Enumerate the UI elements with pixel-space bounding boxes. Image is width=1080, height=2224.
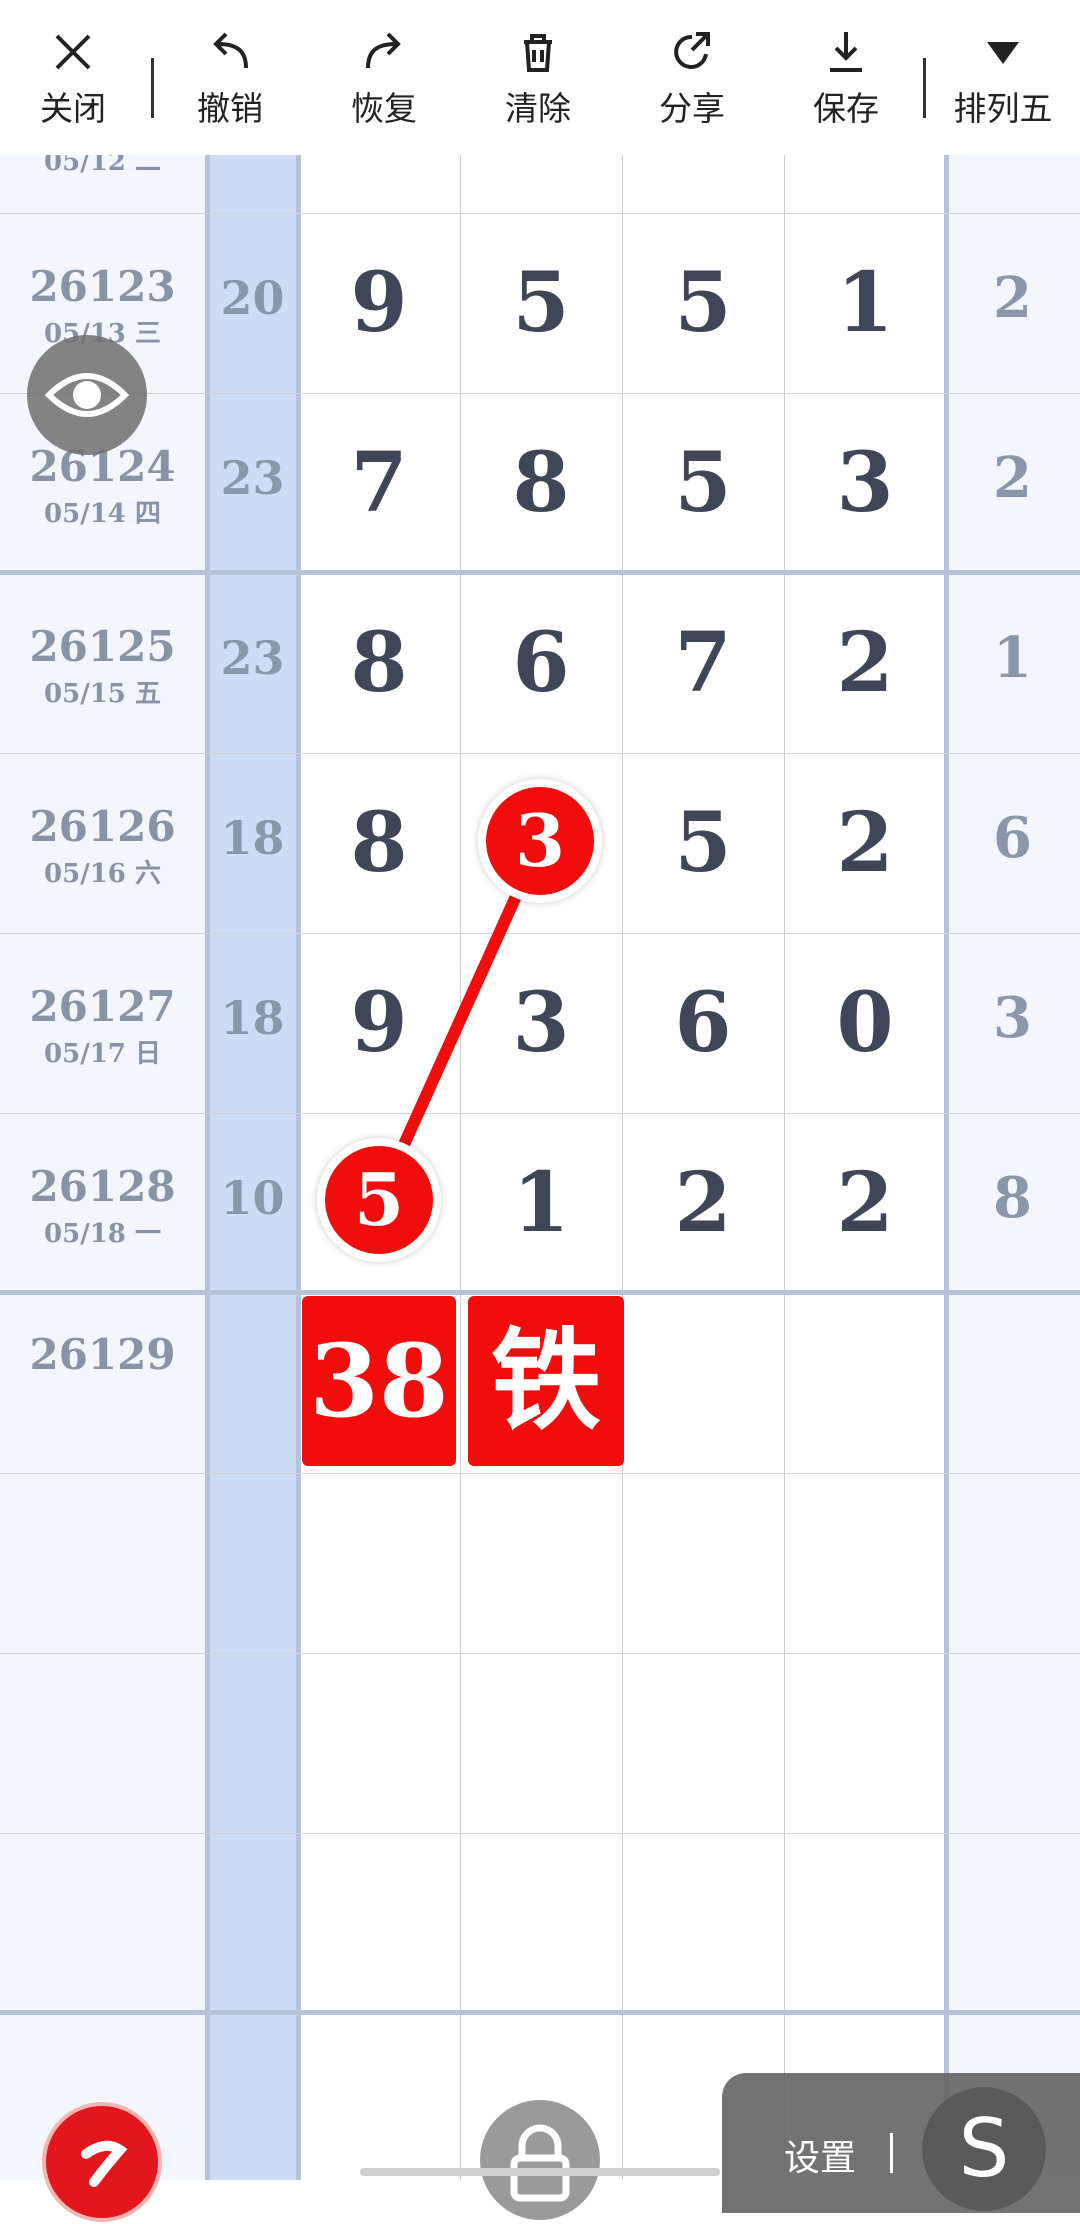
settings-panel[interactable]: 设置 S — [722, 2073, 1080, 2213]
s-pen-icon[interactable]: S — [922, 2087, 1046, 2211]
caret-down-icon — [987, 42, 1019, 64]
save-button[interactable]: 保存 — [781, 28, 911, 148]
undo-icon — [213, 32, 248, 69]
lottery-grid: 05/12 二 26123 05/13 三 20 9 5 5 1 2 26124… — [0, 155, 1080, 2180]
undo-label: 撤销 — [197, 89, 263, 128]
row-line — [0, 1833, 1080, 1834]
settings-label[interactable]: 设置 — [784, 2129, 856, 2181]
sort-label: 排列五 — [953, 89, 1053, 128]
toolbar-divider — [923, 58, 926, 118]
text-tag[interactable]: 铁 — [468, 1296, 624, 1466]
circle-marker-value: 3 — [486, 787, 594, 895]
app-logo-button[interactable] — [42, 2102, 162, 2222]
clear-label: 清除 — [505, 89, 571, 128]
row-line-thick — [0, 2010, 1080, 2015]
connector-line — [373, 837, 546, 1206]
brush-logo-icon — [81, 2140, 128, 2187]
download-icon — [830, 32, 862, 72]
row-line — [0, 1473, 1080, 1474]
circle-marker[interactable]: 5 — [317, 1138, 441, 1262]
toolbar-divider — [151, 58, 154, 118]
sum-tag[interactable]: 38 — [302, 1296, 456, 1466]
toggle-visibility-button[interactable] — [27, 335, 147, 455]
clear-button[interactable]: 清除 — [473, 28, 603, 148]
circle-marker-value: 5 — [325, 1146, 433, 1254]
lock-icon — [510, 2124, 570, 2202]
save-label: 保存 — [813, 89, 879, 128]
redo-icon — [366, 32, 401, 69]
close-label: 关闭 — [40, 89, 106, 128]
trash-icon — [524, 34, 552, 72]
close-button[interactable]: 关闭 — [8, 28, 138, 148]
undo-button[interactable]: 撤销 — [165, 28, 295, 148]
share-label: 分享 — [659, 89, 725, 128]
share-button[interactable]: 分享 — [627, 28, 757, 148]
share-icon — [674, 32, 710, 69]
settings-divider — [890, 2133, 893, 2173]
home-indicator[interactable] — [360, 2168, 720, 2176]
circle-marker[interactable]: 3 — [478, 779, 602, 903]
eye-icon — [44, 373, 130, 417]
sort-dropdown[interactable]: 排列五 — [938, 28, 1068, 148]
redo-label: 恢复 — [351, 89, 417, 128]
toolbar: 关闭 撤销 恢复 清除 分享 保存 排列五 — [0, 0, 1080, 155]
close-icon — [55, 34, 91, 70]
row-line — [0, 1653, 1080, 1654]
lock-button[interactable] — [480, 2100, 600, 2220]
redo-button[interactable]: 恢复 — [319, 28, 449, 148]
